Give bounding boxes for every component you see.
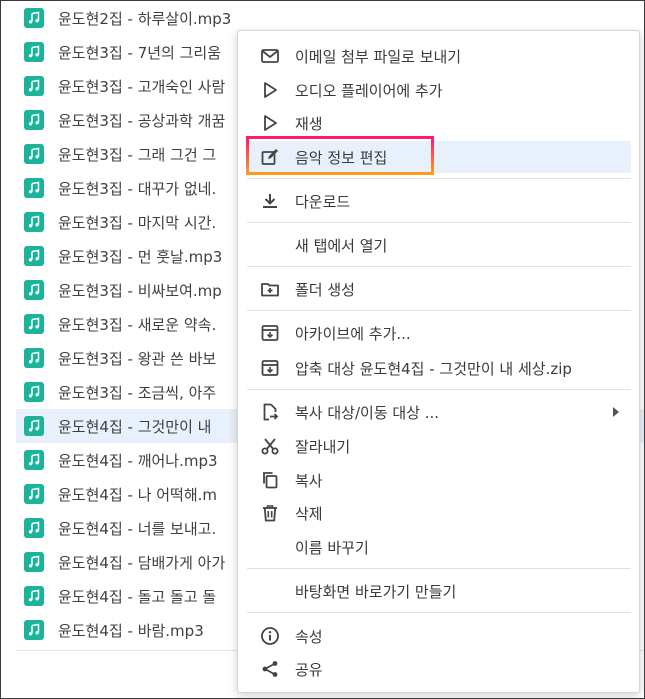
menu-label: 압축 대상 윤도현4집 - 그것만이 내 세상.zip bbox=[295, 359, 572, 378]
play-outline-icon bbox=[259, 112, 281, 134]
file-name: 윤도현3집 - 왕관 쓴 바보 bbox=[58, 349, 217, 368]
menu-item-add-to-audio-player[interactable]: 오디오 플레이어에 추가 bbox=[247, 74, 631, 106]
file-name: 윤도현3집 - 조금씩, 아주 bbox=[58, 383, 217, 402]
menu-divider bbox=[247, 568, 631, 569]
menu-label: 다운로드 bbox=[295, 192, 351, 211]
menu-item-copy-move-to[interactable]: 복사 대상/이동 대상 ... bbox=[247, 396, 631, 428]
menu-divider bbox=[247, 612, 631, 613]
menu-label: 복사 대상/이동 대상 ... bbox=[295, 403, 440, 422]
menu-item-play[interactable]: 재생 bbox=[247, 107, 631, 139]
music-file-icon bbox=[24, 178, 44, 198]
menu-item-rename[interactable]: 이름 바꾸기 bbox=[247, 531, 631, 563]
music-file-icon bbox=[24, 348, 44, 368]
music-file-icon bbox=[24, 246, 44, 266]
file-name: 윤도현4집 - 나 어떡해.m bbox=[58, 485, 218, 504]
menu-label: 음악 정보 편집 bbox=[295, 148, 388, 167]
scissors-icon bbox=[259, 435, 281, 457]
menu-divider bbox=[247, 222, 631, 223]
play-outline-icon bbox=[259, 79, 281, 101]
music-file-icon bbox=[24, 280, 44, 300]
music-file-icon bbox=[24, 586, 44, 606]
download-icon bbox=[259, 190, 281, 212]
menu-item-properties[interactable]: 속성 bbox=[247, 620, 631, 652]
menu-item-create-folder[interactable]: 폴더 생성 bbox=[247, 273, 631, 305]
menu-label: 삭제 bbox=[295, 504, 323, 523]
file-name: 윤도현3집 - 마지막 시간. bbox=[58, 213, 217, 232]
file-name: 윤도현4집 - 너를 보내고. bbox=[58, 519, 217, 538]
menu-label: 새 탭에서 열기 bbox=[295, 236, 388, 255]
music-file-icon bbox=[24, 518, 44, 538]
menu-item-create-desktop-shortcut[interactable]: 바탕화면 바로가기 만들기 bbox=[247, 575, 631, 607]
menu-item-edit-music-info[interactable]: 음악 정보 편집 bbox=[247, 141, 631, 173]
file-name: 윤도현4집 - 깨어나.mp3 bbox=[58, 451, 218, 470]
music-file-icon bbox=[24, 450, 44, 470]
file-name: 윤도현2집 - 하루살이.mp3 bbox=[58, 9, 232, 28]
file-name: 윤도현4집 - 그것만이 내 bbox=[58, 417, 212, 436]
envelope-icon bbox=[259, 45, 281, 67]
menu-label: 공유 bbox=[295, 660, 323, 679]
menu-item-delete[interactable]: 삭제 bbox=[247, 497, 631, 529]
menu-item-download[interactable]: 다운로드 bbox=[247, 185, 631, 217]
submenu-arrow-icon bbox=[613, 407, 619, 417]
music-file-icon bbox=[24, 382, 44, 402]
menu-label: 오디오 플레이어에 추가 bbox=[295, 81, 443, 100]
menu-divider bbox=[247, 389, 631, 390]
menu-item-copy[interactable]: 복사 bbox=[247, 464, 631, 496]
file-name: 윤도현3집 - 고개숙인 사람 bbox=[58, 77, 226, 96]
music-file-icon bbox=[24, 110, 44, 130]
menu-divider bbox=[247, 310, 631, 311]
file-name: 윤도현3집 - 그래 그건 그 bbox=[58, 145, 217, 164]
context-menu: 이메일 첨부 파일로 보내기 오디오 플레이어에 추가 재생 음악 정보 편집 … bbox=[237, 30, 640, 693]
share-icon bbox=[259, 658, 281, 680]
menu-divider bbox=[247, 266, 631, 267]
edit-pencil-icon bbox=[259, 146, 281, 168]
menu-label: 이름 바꾸기 bbox=[295, 538, 369, 557]
file-name: 윤도현4집 - 돌고 돌고 돌 bbox=[58, 587, 217, 606]
menu-item-share[interactable]: 공유 bbox=[247, 653, 631, 685]
menu-label: 이메일 첨부 파일로 보내기 bbox=[295, 47, 462, 66]
info-icon bbox=[259, 625, 281, 647]
file-name: 윤도현3집 - 비싸보여.mp bbox=[58, 281, 222, 300]
menu-label: 복사 bbox=[295, 471, 323, 490]
menu-item-add-to-archive[interactable]: 아카이브에 추가... bbox=[247, 317, 631, 349]
music-file-icon bbox=[24, 416, 44, 436]
menu-label: 잘라내기 bbox=[295, 437, 351, 456]
music-file-icon bbox=[24, 552, 44, 572]
trash-icon bbox=[259, 502, 281, 524]
menu-item-open-new-tab[interactable]: 새 탭에서 열기 bbox=[247, 229, 631, 261]
menu-item-compress-to-zip[interactable]: 압축 대상 윤도현4집 - 그것만이 내 세상.zip bbox=[247, 352, 631, 384]
menu-divider bbox=[247, 178, 631, 179]
music-file-icon bbox=[24, 76, 44, 96]
folder-plus-icon bbox=[259, 278, 281, 300]
file-name: 윤도현3집 - 대꾸가 없네. bbox=[58, 179, 217, 198]
menu-item-email-attachment[interactable]: 이메일 첨부 파일로 보내기 bbox=[247, 40, 631, 72]
music-file-icon bbox=[24, 42, 44, 62]
menu-label: 바탕화면 바로가기 만들기 bbox=[295, 582, 457, 601]
menu-label: 재생 bbox=[295, 114, 323, 133]
music-file-icon bbox=[24, 8, 44, 28]
file-name: 윤도현3집 - 먼 훗날.mp3 bbox=[58, 247, 223, 266]
music-file-icon bbox=[24, 484, 44, 504]
file-name: 윤도현4집 - 담배가게 아가 bbox=[58, 553, 226, 572]
file-name: 윤도현3집 - 7년의 그리움 bbox=[58, 43, 222, 62]
file-name: 윤도현3집 - 공상과학 개꿈 bbox=[58, 111, 226, 130]
menu-label: 폴더 생성 bbox=[295, 280, 355, 299]
file-move-icon bbox=[259, 401, 281, 423]
archive-icon bbox=[259, 322, 281, 344]
archive-icon bbox=[259, 357, 281, 379]
music-file-icon bbox=[24, 144, 44, 164]
menu-label: 아카이브에 추가... bbox=[295, 324, 411, 343]
menu-label: 속성 bbox=[295, 627, 323, 646]
music-file-icon bbox=[24, 212, 44, 232]
music-file-icon bbox=[24, 620, 44, 640]
menu-item-cut[interactable]: 잘라내기 bbox=[247, 430, 631, 462]
file-name: 윤도현3집 - 새로운 약속. bbox=[58, 315, 217, 334]
music-file-icon bbox=[24, 314, 44, 334]
copy-icon bbox=[259, 469, 281, 491]
file-name: 윤도현4집 - 바람.mp3 bbox=[58, 621, 204, 640]
